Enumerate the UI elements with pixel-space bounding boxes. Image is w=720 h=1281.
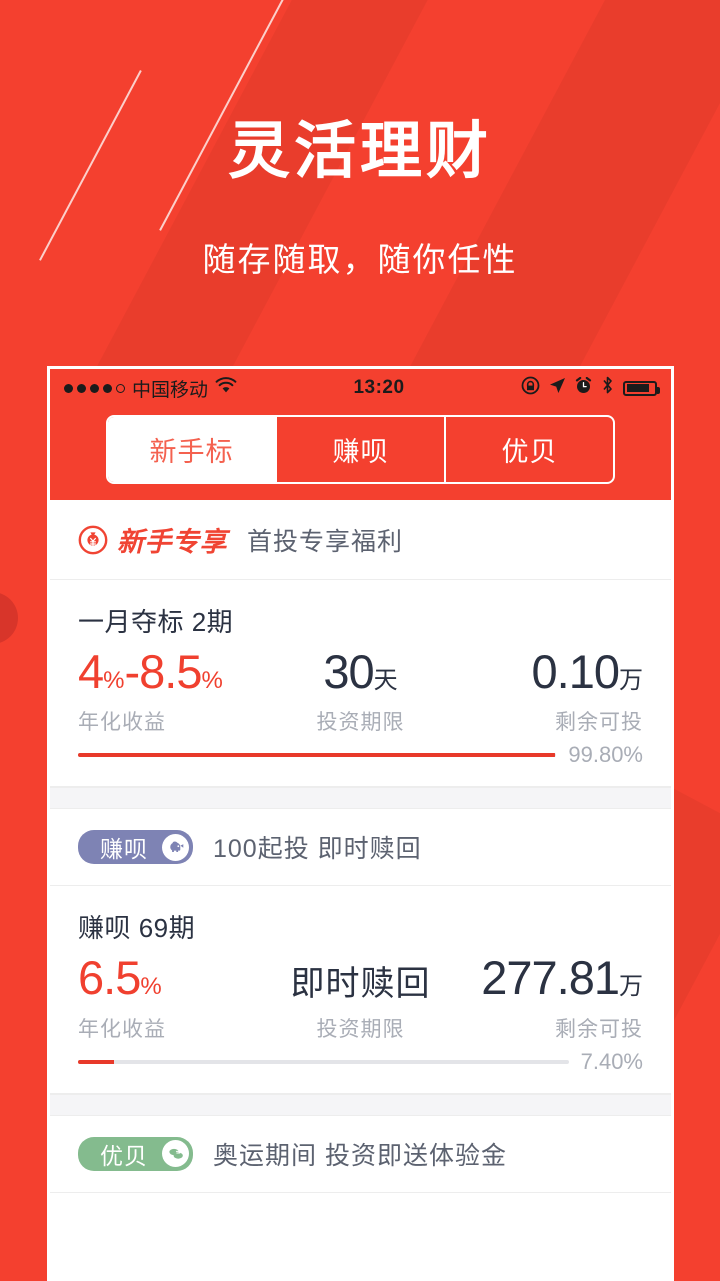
product-title: 赚呗 69期: [78, 913, 196, 944]
product-term-column: 30天 投资期限: [266, 647, 454, 736]
product-rate-value: 6.5%: [78, 951, 162, 1005]
badge-wrap: 赚呗: [78, 830, 193, 865]
product-term-column: 即时赎回 投资期限: [266, 965, 454, 1043]
product-rate-value: 4%-8.5%: [78, 645, 223, 698]
location-arrow-icon: [549, 377, 566, 400]
zhuanbei-subtitle: 100起投 即时赎回: [213, 835, 422, 864]
tab-xinshoubiao[interactable]: 新手标: [108, 417, 277, 482]
progress-value: 7.40%: [580, 1048, 643, 1074]
progress-bar-fill: [78, 753, 556, 758]
newbie-subtitle: 首投专享福利: [247, 527, 404, 556]
product-remaining-column: 277.81万 剩余可投: [455, 953, 643, 1042]
newbie-mark: 新手专享: [78, 520, 227, 559]
product-list: 新手专享 首投专享福利 一月夺标 2期 4%-8.5% 年化收益 30天 投资期…: [50, 500, 671, 1243]
status-bar: 中国移动 13:20: [50, 369, 671, 407]
product-card-placeholder[interactable]: [50, 1193, 671, 1243]
alarm-clock-icon: [575, 376, 592, 400]
progress-bar: [78, 1059, 569, 1064]
money-bag-icon: [78, 525, 108, 555]
rotation-lock-icon: [521, 376, 540, 401]
newbie-title: 新手专享: [117, 527, 227, 557]
section-header-zhuanbei[interactable]: 赚呗 100起投 即时赎回: [50, 809, 671, 887]
bg-blob: [0, 592, 18, 644]
coins-icon: [162, 1140, 189, 1168]
carrier-label: 中国移动: [132, 379, 209, 401]
section-divider: [50, 1093, 671, 1116]
product-rate-label: 年化收益: [78, 711, 166, 735]
product-rate-column: 6.5% 年化收益: [78, 953, 266, 1042]
badge-label: 优贝: [100, 1142, 148, 1169]
status-bar-clock: 13:20: [353, 377, 405, 398]
phone-mockup: 中国移动 13:20 新手标 赚呗 优贝 新手专享 首投专享福利 一月夺标 2期…: [47, 366, 674, 1281]
product-term-value: 即时赎回: [290, 965, 431, 1003]
section-header-newbie[interactable]: 新手专享 首投专享福利: [50, 500, 671, 580]
product-remaining-label: 剩余可投: [554, 711, 643, 735]
status-badge-zhuanbei: 赚呗: [78, 830, 193, 865]
status-badge-youbei: 优贝: [78, 1136, 193, 1171]
youbei-subtitle: 奥运期间 投资即送体验金: [213, 1141, 507, 1170]
progress-value: 99.80%: [568, 742, 643, 768]
product-card-yiyueduobiao[interactable]: 一月夺标 2期 4%-8.5% 年化收益 30天 投资期限 0.10万 剩余可投…: [50, 580, 671, 788]
product-remaining-value: 277.81万: [481, 951, 643, 1005]
product-progress-row: 7.40%: [78, 1049, 643, 1075]
product-progress-row: 99.80%: [78, 742, 643, 768]
status-bar-left: 中国移动: [64, 375, 237, 402]
battery-icon: [623, 380, 660, 396]
product-term-label: 投资期限: [316, 711, 405, 735]
tab-bar: 新手标 赚呗 优贝: [50, 407, 671, 500]
piggy-bank-icon: [162, 833, 189, 861]
product-card-zhuanbei[interactable]: 赚呗 69期 6.5% 年化收益 即时赎回 投资期限 277.81万 剩余可投 …: [50, 886, 671, 1094]
tab-youbei[interactable]: 优贝: [446, 417, 613, 482]
product-remaining-column: 0.10万 剩余可投: [455, 647, 643, 736]
hero-banner: 灵活理财 随存随取，随你任性: [0, 0, 720, 281]
badge-wrap: 优贝: [78, 1136, 193, 1171]
bluetooth-icon: [601, 376, 614, 400]
product-rate-column: 4%-8.5% 年化收益: [78, 647, 266, 736]
progress-bar-fill: [78, 1059, 115, 1064]
status-bar-right: [521, 376, 660, 401]
product-rate-label: 年化收益: [78, 1017, 166, 1041]
signal-strength-icon: [64, 383, 125, 393]
product-remaining-label: 剩余可投: [554, 1017, 643, 1041]
page-subtitle: 随存随取，随你任性: [202, 241, 518, 279]
page-title: 灵活理财: [227, 117, 492, 186]
product-title: 一月夺标 2期: [78, 607, 234, 637]
badge-label: 赚呗: [100, 836, 148, 863]
product-term-value: 30天: [323, 645, 398, 698]
tab-zhuanbei[interactable]: 赚呗: [277, 417, 446, 482]
section-divider: [50, 787, 671, 810]
product-remaining-value: 0.10万: [531, 645, 643, 698]
section-header-youbei[interactable]: 优贝 奥运期间 投资即送体验金: [50, 1116, 671, 1193]
wifi-icon: [215, 376, 237, 400]
product-term-label: 投资期限: [316, 1017, 405, 1041]
progress-bar: [78, 753, 557, 758]
